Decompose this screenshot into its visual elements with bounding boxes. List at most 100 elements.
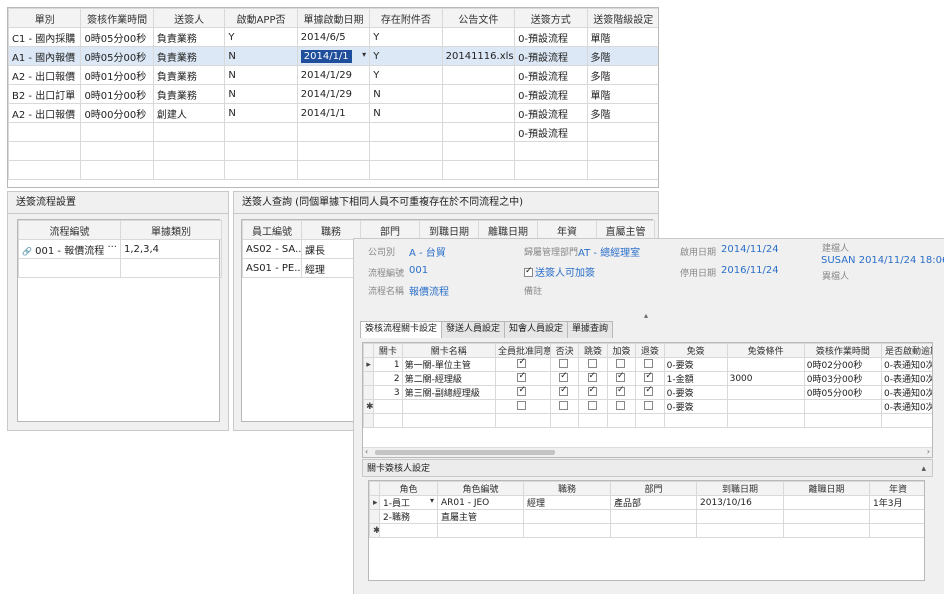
table-cell[interactable]: 創建人 (152, 103, 226, 123)
table-row[interactable]: A1 - 國內報價 0時05分00秒 負責業務 N 2014/1/1 ▾ Y 20141116… (8, 46, 658, 66)
checkbox-cell[interactable] (578, 399, 608, 414)
scroll-left-icon[interactable]: ‹ (365, 447, 368, 456)
checkbox-icon[interactable] (615, 401, 625, 410)
col-header[interactable]: 公告文件 (441, 8, 516, 28)
table-row[interactable] (18, 258, 222, 278)
table-row[interactable] (8, 141, 658, 161)
table-cell[interactable] (783, 523, 870, 538)
stage-name[interactable]: 第三關-副總經理級 (401, 385, 497, 400)
table-cell[interactable]: 2013/10/16 (696, 495, 784, 510)
table-cell[interactable]: 2014/6/5 (296, 27, 371, 47)
overdue-select[interactable]: 0-表通知0次 (880, 357, 932, 372)
checkbox-icon[interactable] (615, 359, 625, 368)
col-header[interactable]: 單別 (8, 8, 82, 28)
table-row[interactable]: 3第三關-副總經理級 0-要簽 0時05分00秒0-表通知0次 (363, 385, 932, 400)
table-cell[interactable] (8, 141, 82, 161)
date-editor[interactable]: 2014/1/1 (300, 49, 352, 63)
exempt-condition[interactable]: 3000 (726, 371, 805, 386)
col-header[interactable]: 跳簽 (578, 343, 608, 358)
tab-stage-settings[interactable]: 簽核流程關卡設定 (360, 321, 443, 338)
table-cell[interactable]: 20141116.xls (441, 46, 516, 66)
col-header[interactable]: 部門 (360, 220, 420, 240)
collapse-up-icon[interactable]: ▴ (921, 460, 926, 478)
table-cell[interactable] (224, 141, 298, 161)
checkbox-cell[interactable] (606, 385, 637, 400)
checkbox-icon[interactable] (587, 401, 597, 410)
col-header[interactable]: 離職日期 (783, 481, 870, 496)
table-row[interactable]: C1 - 國內採購 0時05分00秒 負責業務 Y 2014/6/5 Y 0-預設流程 單階 (8, 27, 658, 47)
checkbox-cell[interactable] (578, 357, 608, 372)
table-cell[interactable] (441, 122, 516, 142)
table-cell[interactable]: 2-職務 (379, 509, 438, 524)
table-cell[interactable]: B2 - 出口訂單 (8, 84, 82, 104)
col-header[interactable]: 免簽條件 (726, 343, 805, 358)
table-cell[interactable] (152, 141, 226, 161)
sign-time[interactable]: 0時02分00秒 (803, 357, 882, 372)
table-row[interactable]: ✱ 0-要簽 0-表通知0次 (363, 399, 932, 414)
company-value[interactable]: A - 台貿 (409, 244, 446, 259)
checkbox-cell[interactable] (495, 399, 551, 414)
table-cell[interactable] (296, 160, 371, 180)
col-header[interactable]: 簽核作業時間 (80, 8, 154, 28)
table-cell[interactable] (224, 122, 298, 142)
table-cell[interactable] (369, 122, 443, 142)
table-cell[interactable] (586, 160, 658, 180)
table-cell[interactable]: 經理 (523, 495, 611, 510)
table-cell[interactable]: 負責業務 (152, 27, 226, 47)
col-header[interactable]: 加簽 (606, 343, 637, 358)
checkbox-icon[interactable] (559, 401, 569, 410)
exempt-select[interactable]: 0-要簽 (663, 399, 728, 414)
checkbox-icon[interactable] (644, 387, 654, 396)
col-header[interactable]: 免簽 (663, 343, 728, 358)
col-header[interactable]: 離職日期 (478, 220, 538, 240)
checkbox-cell[interactable] (549, 371, 580, 386)
col-header[interactable]: 否決 (549, 343, 580, 358)
table-cell[interactable]: 0時05分00秒 (80, 27, 154, 47)
checkbox-icon[interactable] (517, 373, 527, 382)
checkbox-cell[interactable] (495, 371, 551, 386)
col-header[interactable]: 到職日期 (696, 481, 784, 496)
checkbox-icon[interactable] (587, 373, 597, 382)
checkbox-icon[interactable] (517, 401, 527, 410)
checkbox-cell[interactable] (635, 357, 665, 372)
col-header[interactable] (363, 343, 375, 358)
col-header[interactable]: 送簽人 (152, 8, 226, 28)
col-header[interactable]: 全員批准同意 (495, 343, 551, 358)
tab-notify-settings[interactable]: 知會人員設定 (504, 321, 569, 338)
table-cell[interactable] (80, 122, 154, 142)
table-cell[interactable] (369, 160, 443, 180)
table-cell[interactable]: 0-預設流程 (514, 122, 588, 142)
sign-time[interactable] (803, 399, 882, 414)
table-cell[interactable]: 0-預設流程 (514, 84, 588, 104)
disable-date-value[interactable]: 2016/11/24 (721, 265, 779, 276)
table-cell[interactable]: 單階 (586, 27, 658, 47)
exempt-condition[interactable] (726, 357, 805, 372)
table-cell[interactable] (696, 509, 784, 524)
table-cell[interactable] (869, 509, 924, 524)
col-header[interactable]: 存在附件否 (369, 8, 443, 28)
col-header[interactable]: 送簽方式 (514, 8, 588, 28)
table-cell[interactable]: N (224, 46, 298, 66)
scroll-right-icon[interactable]: › (927, 447, 930, 456)
checkbox-icon[interactable] (559, 387, 569, 396)
exempt-condition[interactable] (726, 385, 805, 400)
stage-no[interactable]: 3 (373, 385, 403, 400)
flow-id-cell[interactable]: 🔗 001 - 報價流程 ··· (18, 239, 121, 259)
table-cell[interactable]: A2 - 出口報價 (8, 65, 82, 85)
checkbox-cell[interactable] (606, 399, 637, 414)
stage-name[interactable]: 第一關-單位主管 (401, 357, 497, 372)
dept-value[interactable]: AT - 總經理室 (578, 244, 640, 259)
table-cell[interactable]: A1 - 國內報價 (8, 46, 82, 66)
stage-no[interactable]: 2 (373, 371, 403, 386)
table-cell[interactable] (379, 523, 438, 538)
table-cell[interactable]: Y (369, 27, 443, 47)
sign-time[interactable]: 0時05分00秒 (803, 385, 882, 400)
checkbox-icon[interactable] (615, 387, 625, 396)
stage-name[interactable] (401, 399, 497, 414)
table-cell[interactable] (296, 122, 371, 142)
col-header[interactable]: 員工編號 (242, 220, 302, 240)
exempt-condition[interactable] (726, 399, 805, 414)
table-cell[interactable] (80, 141, 154, 161)
table-cell[interactable]: 產品部 (610, 495, 697, 510)
table-cell[interactable] (441, 160, 516, 180)
